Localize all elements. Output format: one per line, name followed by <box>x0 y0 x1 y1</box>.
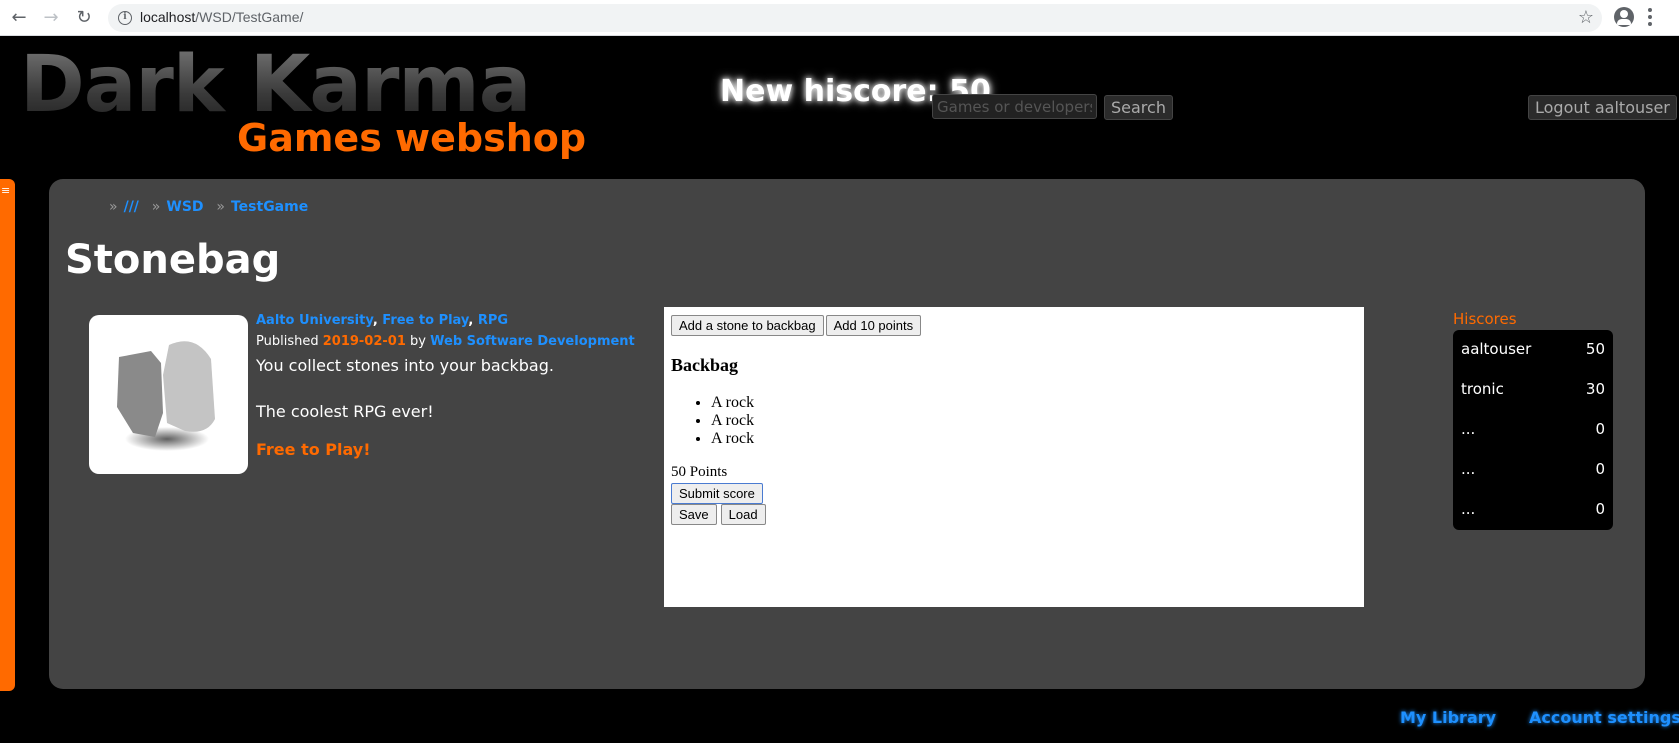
developer-link[interactable]: Web Software Development <box>430 334 635 349</box>
hiscores-title: Hiscores <box>1453 310 1517 328</box>
game-title: Stonebag <box>65 237 281 283</box>
breadcrumb-wsd[interactable]: WSD <box>166 199 203 215</box>
search-button[interactable]: Search <box>1104 95 1173 120</box>
search-input[interactable] <box>932 94 1097 119</box>
hiscore-value: 0 <box>1595 460 1605 478</box>
hiscore-player: ... <box>1461 500 1476 518</box>
published-date: 2019-02-01 <box>322 334 406 349</box>
hiscore-row: tronic 30 <box>1461 378 1605 418</box>
profile-icon[interactable] <box>1614 7 1634 27</box>
list-item: A rock <box>711 412 754 430</box>
hiscore-player: ... <box>1461 460 1476 478</box>
add-points-button[interactable]: Add 10 points <box>825 315 922 336</box>
description-line-1: You collect stones into your backbag. <box>256 356 554 375</box>
tag-link[interactable]: Aalto University <box>256 313 373 328</box>
kebab-menu-icon[interactable] <box>1648 8 1652 26</box>
account-settings-link[interactable]: Account settings <box>1529 708 1679 727</box>
published-line: Published 2019-02-01 by Web Software Dev… <box>256 330 656 354</box>
hamburger-icon[interactable]: ≡ <box>1 185 10 196</box>
game-thumbnail <box>89 315 248 474</box>
breadcrumb-separator: » <box>216 199 225 215</box>
hiscores-table: aaltouser 50 tronic 30 ... 0 ... 0 ... 0 <box>1453 330 1613 530</box>
backbag-heading: Backbag <box>671 355 739 375</box>
game-info: Aalto University, Free to Play, RPG Publ… <box>256 311 656 459</box>
game-controls: Add a stone to backbag Add 10 points <box>671 315 923 336</box>
hiscore-value: 0 <box>1595 500 1605 518</box>
hiscore-row: ... 0 <box>1461 458 1605 498</box>
logout-button[interactable]: Logout aaltouser <box>1528 95 1677 120</box>
game-description: You collect stones into your backbag. Th… <box>256 354 656 424</box>
breadcrumb: » /// » WSD » TestGame <box>109 199 316 215</box>
side-menu-tab[interactable]: ≡ <box>0 179 15 691</box>
site-logo-subtitle[interactable]: Games webshop <box>237 116 586 160</box>
my-library-link[interactable]: My Library <box>1400 708 1496 727</box>
load-button[interactable]: Load <box>720 504 766 525</box>
hiscore-value: 0 <box>1595 420 1605 438</box>
tag-link[interactable]: Free to Play <box>382 313 468 328</box>
breadcrumb-testgame[interactable]: TestGame <box>231 199 308 215</box>
breadcrumb-root[interactable]: /// <box>124 199 139 215</box>
hiscore-row: aaltouser 50 <box>1461 338 1605 378</box>
breadcrumb-separator: » <box>109 199 118 215</box>
game-tags: Aalto University, Free to Play, RPG <box>256 313 509 328</box>
stones-image <box>117 341 215 451</box>
save-button[interactable]: Save <box>671 504 717 525</box>
hiscore-row: ... 0 <box>1461 418 1605 458</box>
url-host: localhost <box>140 9 196 25</box>
hiscore-player: ... <box>1461 420 1476 438</box>
hiscore-player: tronic <box>1461 380 1504 398</box>
browser-toolbar: ← → ↻ i localhost/WSD/TestGame/ ☆ <box>0 0 1679 36</box>
game-detail-panel: » /// » WSD » TestGame Stonebag Aalto Unive… <box>49 179 1645 689</box>
list-item: A rock <box>711 430 754 448</box>
backbag-list: A rock A rock A rock <box>711 394 754 448</box>
list-item: A rock <box>711 394 754 412</box>
hiscore-value: 50 <box>1585 340 1605 358</box>
save-load-controls: Save Load <box>671 504 766 525</box>
reload-icon[interactable]: ↻ <box>73 7 95 29</box>
add-stone-button[interactable]: Add a stone to backbag <box>671 315 824 336</box>
hiscore-row: ... 0 <box>1461 498 1605 538</box>
back-arrow-icon[interactable]: ← <box>8 7 30 29</box>
by-label: by <box>410 334 426 349</box>
address-bar[interactable]: i localhost/WSD/TestGame/ ☆ <box>108 4 1602 32</box>
bookmark-star-icon[interactable]: ☆ <box>1578 7 1594 28</box>
url-path: /WSD/TestGame/ <box>195 9 304 25</box>
points-text: 50 Points <box>671 464 728 480</box>
submit-score-button[interactable]: Submit score <box>671 483 763 504</box>
url-text[interactable]: localhost/WSD/TestGame/ <box>140 9 303 25</box>
game-frame[interactable]: Add a stone to backbag Add 10 points Back… <box>664 307 1364 607</box>
forward-arrow-icon[interactable]: → <box>40 7 62 29</box>
info-icon[interactable]: i <box>118 11 132 25</box>
breadcrumb-separator: » <box>151 199 161 215</box>
hiscore-value: 30 <box>1585 380 1605 398</box>
hiscore-player: aaltouser <box>1461 340 1532 358</box>
tag-link[interactable]: RPG <box>478 313 508 328</box>
published-label: Published <box>256 334 319 349</box>
free-to-play-link[interactable]: Free to Play! <box>256 440 371 459</box>
description-line-2: The coolest RPG ever! <box>256 402 434 421</box>
